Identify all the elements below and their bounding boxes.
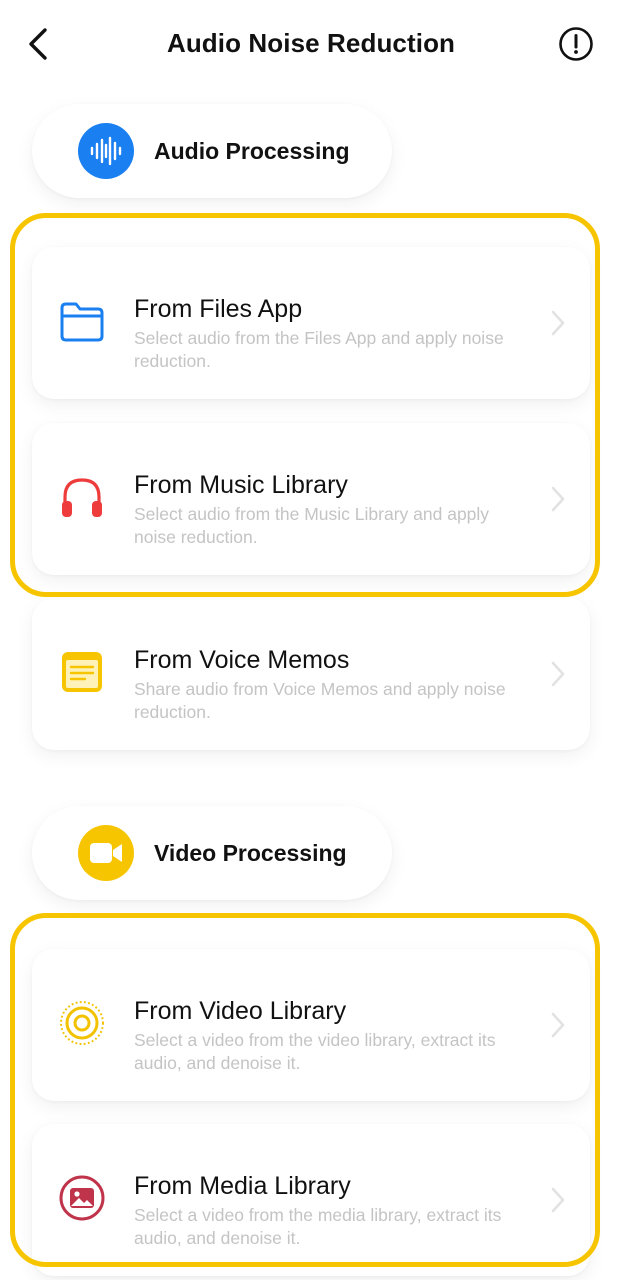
- chevron-right-icon: [551, 1187, 565, 1213]
- from-files-app-card[interactable]: From Files App Select audio from the Fil…: [32, 247, 590, 399]
- exclamation-circle-icon: [559, 27, 593, 61]
- note-icon: [58, 648, 106, 696]
- waveform-icon: [78, 123, 134, 179]
- card-title: From Media Library: [134, 1172, 351, 1200]
- chevron-right-icon: [551, 310, 565, 336]
- card-description: Select audio from the Music Library and …: [134, 504, 490, 547]
- video-camera-icon: [78, 825, 134, 881]
- photo-icon: [58, 1174, 106, 1222]
- nav-header: Audio Noise Reduction: [0, 0, 622, 90]
- chevron-right-icon: [551, 1012, 565, 1038]
- section-audio-processing: Audio Processing: [32, 104, 392, 198]
- target-icon: [58, 999, 106, 1047]
- card-description: Select a video from the video library, e…: [134, 1030, 496, 1073]
- card-title: From Music Library: [134, 471, 348, 499]
- folder-icon: [58, 297, 106, 345]
- chevron-right-icon: [551, 486, 565, 512]
- from-video-library-card[interactable]: From Video Library Select a video from t…: [32, 949, 590, 1101]
- section-label: Video Processing: [154, 839, 347, 866]
- from-music-library-card[interactable]: From Music Library Select audio from the…: [32, 423, 590, 575]
- headphones-icon: [58, 473, 106, 521]
- from-voice-memos-card[interactable]: From Voice Memos Share audio from Voice …: [32, 598, 590, 750]
- card-title: From Files App: [134, 295, 303, 323]
- card-description: Select audio from the Files App and appl…: [134, 328, 504, 371]
- card-title: From Video Library: [134, 997, 347, 1025]
- page-title: Audio Noise Reduction: [166, 28, 456, 58]
- info-button[interactable]: [558, 26, 594, 62]
- from-media-library-card[interactable]: From Media Library Select a video from t…: [32, 1124, 590, 1276]
- section-label: Audio Processing: [154, 137, 350, 164]
- chevron-right-icon: [551, 661, 565, 687]
- card-description: Share audio from Voice Memos and apply n…: [134, 679, 506, 722]
- card-title: From Voice Memos: [134, 646, 350, 674]
- section-video-processing: Video Processing: [32, 806, 392, 900]
- card-description: Select a video from the media library, e…: [134, 1205, 502, 1248]
